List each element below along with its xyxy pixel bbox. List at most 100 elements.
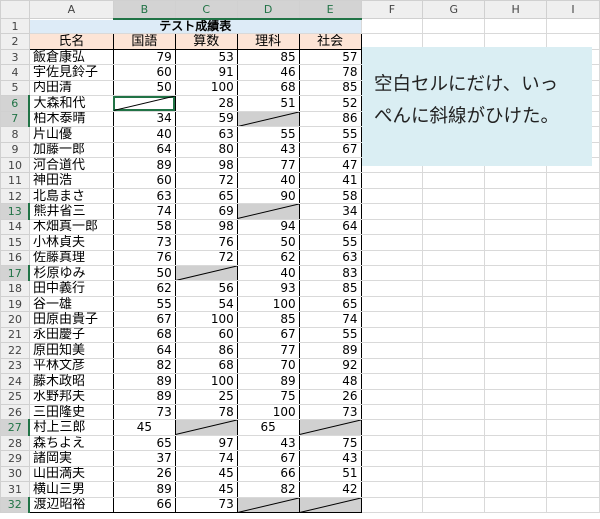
student-name[interactable]: 水野邦夫 [28, 388, 114, 405]
student-name[interactable]: 渡辺昭裕 [28, 496, 114, 514]
score-cell-E28[interactable]: 75 [298, 434, 362, 452]
score-cell-E7[interactable]: 86 [298, 110, 362, 128]
slashed-cell-D32[interactable] [236, 496, 300, 514]
score-cell-B29[interactable]: 37 [112, 450, 176, 467]
score-cell-B21[interactable]: 68 [112, 326, 176, 344]
score-cell-C23[interactable]: 68 [174, 357, 238, 375]
column-header-C[interactable]: C [174, 0, 238, 20]
student-name[interactable]: 諸岡実 [28, 450, 114, 467]
score-cell-C16[interactable]: 72 [174, 249, 238, 267]
row-header-24[interactable]: 24 [0, 373, 30, 390]
cell-F31[interactable] [360, 481, 424, 498]
score-cell-B10[interactable]: 89 [112, 156, 176, 174]
score-cell-D10[interactable]: 77 [236, 156, 300, 174]
row-header-18[interactable]: 18 [0, 280, 30, 297]
cell-I23[interactable] [546, 357, 600, 375]
cell-F12[interactable] [360, 187, 424, 205]
cell-G18[interactable] [422, 280, 486, 297]
cell-H19[interactable] [484, 295, 548, 313]
score-cell-C32[interactable]: 73 [174, 496, 238, 514]
score-cell-E9[interactable]: 67 [298, 141, 362, 158]
student-name[interactable]: 田原由貴子 [28, 311, 114, 328]
score-cell-B9[interactable]: 64 [112, 141, 176, 158]
row-header-26[interactable]: 26 [0, 403, 30, 421]
score-cell-B26[interactable]: 73 [112, 403, 176, 421]
score-cell-C12[interactable]: 65 [174, 187, 238, 205]
cell-I12[interactable] [546, 187, 600, 205]
row-header-2[interactable]: 2 [0, 33, 30, 50]
score-cell-B25[interactable]: 89 [112, 388, 176, 405]
cell-I21[interactable] [546, 326, 600, 344]
cell-I13[interactable] [546, 203, 600, 220]
score-cell-E16[interactable]: 63 [298, 249, 362, 267]
cell-I30[interactable] [546, 465, 600, 483]
score-cell-B31[interactable]: 89 [112, 481, 176, 498]
column-heading[interactable]: 社会 [298, 33, 362, 50]
cell-G27[interactable] [422, 419, 486, 436]
score-cell-C13[interactable]: 69 [174, 203, 238, 220]
cell-G16[interactable] [422, 249, 486, 267]
cell-F24[interactable] [360, 373, 424, 390]
score-cell-C28[interactable]: 97 [174, 434, 238, 452]
score-cell-C7[interactable]: 59 [174, 110, 238, 128]
cell-H31[interactable] [484, 481, 548, 498]
column-header-H[interactable]: H [484, 0, 548, 19]
cell-F13[interactable] [360, 203, 424, 220]
score-cell-B5[interactable]: 50 [112, 79, 176, 97]
cell-F25[interactable] [360, 388, 424, 405]
student-name[interactable]: 谷一雄 [28, 295, 114, 313]
column-header-A[interactable]: A [28, 0, 114, 19]
row-header-3[interactable]: 3 [0, 48, 30, 66]
row-header-6[interactable]: 6 [0, 95, 31, 112]
student-name[interactable]: 熊井省三 [28, 203, 114, 220]
score-cell-B23[interactable]: 82 [112, 357, 176, 375]
row-header-20[interactable]: 20 [0, 311, 30, 328]
cell-G1[interactable] [422, 17, 486, 35]
score-cell-D21[interactable]: 67 [236, 326, 300, 344]
column-header-F[interactable]: F [360, 0, 424, 19]
cell-I28[interactable] [546, 434, 600, 452]
score-cell-D12[interactable]: 90 [236, 187, 300, 205]
cell-H23[interactable] [484, 357, 548, 375]
cell-I25[interactable] [546, 388, 600, 405]
score-cell-C30[interactable]: 45 [174, 465, 238, 483]
score-cell-E18[interactable]: 85 [298, 280, 362, 297]
student-name[interactable]: 原田知美 [28, 342, 114, 359]
cell-G13[interactable] [422, 203, 486, 220]
score-cell-B7[interactable]: 34 [112, 110, 176, 128]
table-title[interactable]: テスト成績表 [28, 17, 362, 35]
cell-F20[interactable] [360, 311, 424, 328]
score-cell-E31[interactable]: 42 [298, 481, 362, 498]
cell-H11[interactable] [484, 172, 548, 189]
score-cell-E22[interactable]: 89 [298, 342, 362, 359]
cell-H27[interactable] [484, 419, 548, 436]
cell-G15[interactable] [422, 234, 486, 251]
score-cell-C14[interactable]: 98 [174, 218, 238, 236]
cell-F30[interactable] [360, 465, 424, 483]
score-cell-E21[interactable]: 55 [298, 326, 362, 344]
row-header-10[interactable]: 10 [0, 156, 30, 174]
column-heading[interactable]: 氏名 [28, 33, 114, 50]
row-header-21[interactable]: 21 [0, 326, 30, 344]
score-cell-C6[interactable]: 28 [174, 95, 238, 112]
score-cell-C15[interactable]: 76 [174, 234, 238, 251]
column-header-B[interactable]: B [112, 0, 176, 20]
cell-F27[interactable] [360, 419, 424, 436]
cell-I20[interactable] [546, 311, 600, 328]
score-cell-D3[interactable]: 85 [236, 48, 300, 66]
score-cell-B4[interactable]: 60 [112, 64, 176, 81]
score-cell-B15[interactable]: 73 [112, 234, 176, 251]
score-cell-C25[interactable]: 25 [174, 388, 238, 405]
cell-H16[interactable] [484, 249, 548, 267]
student-name[interactable]: 神田浩 [28, 172, 114, 189]
score-cell-B30[interactable]: 26 [112, 465, 176, 483]
student-name[interactable]: 内田清 [28, 79, 114, 97]
cell-G30[interactable] [422, 465, 486, 483]
score-cell-E26[interactable]: 73 [298, 403, 362, 421]
score-cell-C18[interactable]: 56 [174, 280, 238, 297]
cell-G24[interactable] [422, 373, 486, 390]
cell-I24[interactable] [546, 373, 600, 390]
score-cell-D17[interactable]: 40 [236, 264, 300, 282]
slashed-cell-E32[interactable] [298, 496, 362, 514]
row-header-7[interactable]: 7 [0, 110, 31, 128]
